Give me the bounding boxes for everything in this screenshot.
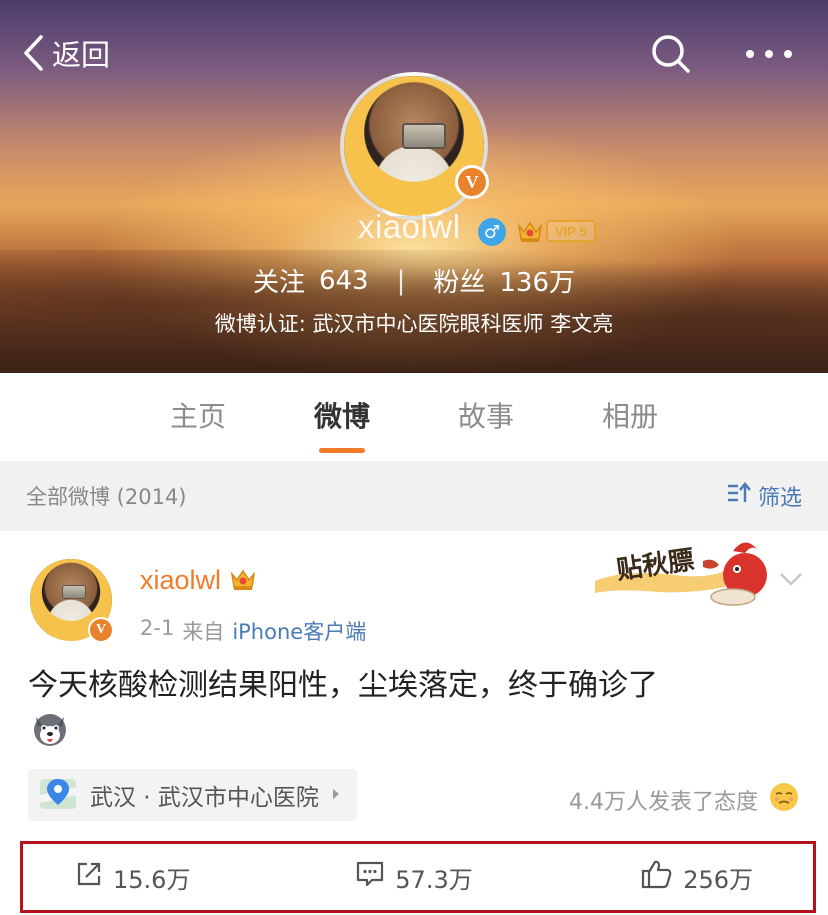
chevron-right-icon bbox=[331, 786, 341, 805]
tab-album[interactable]: 相册 bbox=[558, 373, 702, 461]
filter-button[interactable]: 筛选 bbox=[726, 480, 802, 512]
back-label: 返回 bbox=[52, 38, 111, 72]
post-meta: 2-1 来自 iPhone客户端 bbox=[140, 616, 366, 646]
stats-separator: | bbox=[396, 265, 406, 296]
verification-text: 微博认证: 武汉市中心医院眼科医师 李文亮 bbox=[214, 312, 614, 336]
vip-badge[interactable]: VIP 5 bbox=[516, 218, 596, 244]
like-button[interactable]: 256万 bbox=[527, 859, 813, 895]
vip-level: VIP 5 bbox=[546, 220, 596, 242]
comment-count: 57.3万 bbox=[395, 865, 473, 894]
profile-tabs: 主页 微博 故事 相册 bbox=[0, 373, 828, 461]
repost-icon bbox=[75, 860, 103, 894]
like-count: 256万 bbox=[683, 865, 753, 894]
tab-weibo[interactable]: 微博 bbox=[270, 373, 414, 461]
post-text: 今天核酸检测结果阳性，尘埃落定，终于确诊了 bbox=[28, 668, 658, 703]
tab-home[interactable]: 主页 bbox=[126, 373, 270, 461]
more-icon[interactable] bbox=[744, 36, 794, 72]
location-text: 武汉 · 武汉市中心医院 bbox=[90, 785, 319, 811]
vip-crown-icon bbox=[229, 566, 257, 596]
following-label: 关注 bbox=[252, 268, 305, 298]
following-stat[interactable]: 关注 643 bbox=[253, 262, 369, 299]
male-icon: ♂ bbox=[478, 218, 506, 246]
attitude-emoji-icon bbox=[768, 781, 800, 819]
filter-bar: 全部微博 (2014) 筛选 bbox=[0, 461, 828, 531]
profile-username: xiaolwl bbox=[358, 208, 461, 245]
post-source-prefix: 来自 bbox=[182, 620, 225, 644]
followers-stat[interactable]: 粉丝 136万 bbox=[433, 262, 575, 299]
post-date: 2-1 bbox=[140, 616, 175, 640]
dog-emoji-icon bbox=[30, 709, 70, 749]
location-tag[interactable]: 武汉 · 武汉市中心医院 bbox=[28, 769, 357, 821]
avatar-camera bbox=[402, 123, 446, 149]
back-chevron-icon bbox=[22, 30, 52, 76]
sticker-card[interactable]: 贴秋膘 bbox=[585, 531, 780, 611]
follow-stats: 关注 643 | 粉丝 136万 bbox=[0, 262, 828, 299]
post-username-link[interactable]: xiaolwl bbox=[140, 565, 257, 596]
attitude-text: 4.4万人发表了态度 bbox=[569, 790, 758, 815]
followers-count: 136万 bbox=[499, 268, 576, 298]
repost-count: 15.6万 bbox=[113, 865, 191, 894]
chevron-down-icon[interactable] bbox=[778, 569, 804, 589]
repost-button[interactable]: 15.6万 bbox=[23, 860, 301, 895]
filter-icon bbox=[726, 481, 752, 511]
comment-icon bbox=[355, 860, 385, 894]
back-button[interactable]: 返回 bbox=[22, 30, 110, 76]
post-username: xiaolwl bbox=[140, 565, 222, 595]
vip-crown-icon bbox=[516, 218, 544, 244]
filter-label: 筛选 bbox=[757, 486, 802, 511]
tab-stories[interactable]: 故事 bbox=[414, 373, 558, 461]
location-pin-icon bbox=[38, 773, 78, 817]
attitude-summary[interactable]: 4.4万人发表了态度 bbox=[569, 781, 800, 819]
post-verified-badge-icon: V bbox=[88, 617, 114, 643]
followers-label: 粉丝 bbox=[433, 268, 486, 298]
like-icon bbox=[641, 859, 673, 895]
post-source-link[interactable]: iPhone客户端 bbox=[232, 616, 366, 646]
search-icon[interactable] bbox=[650, 33, 692, 75]
following-count: 643 bbox=[318, 265, 369, 296]
all-posts-count: 全部微博 (2014) bbox=[26, 485, 187, 509]
verified-badge-icon: V bbox=[455, 165, 489, 199]
post-action-bar: 15.6万 57.3万 256万 bbox=[20, 841, 816, 913]
post-card: V xiaolwl 2-1 来自 iPhone客户端 贴秋膘 今天核酸检测结果阳 bbox=[0, 531, 828, 915]
comment-button[interactable]: 57.3万 bbox=[301, 860, 527, 895]
